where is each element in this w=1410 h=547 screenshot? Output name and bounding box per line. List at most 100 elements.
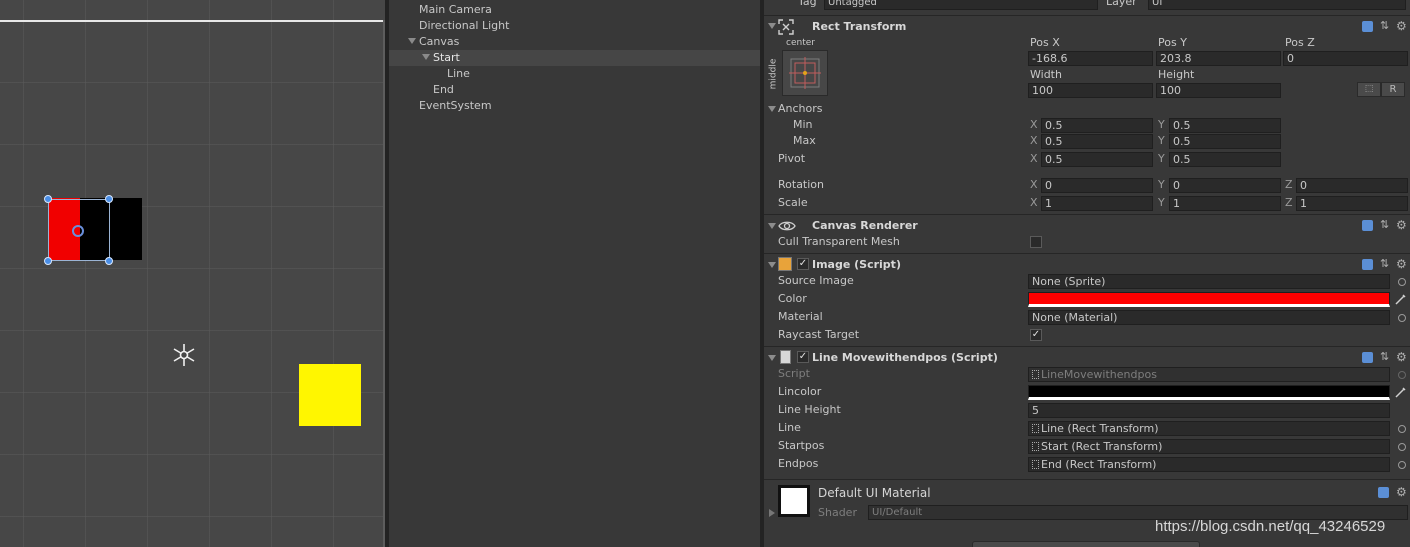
object-picker-icon[interactable] [1398, 461, 1406, 469]
height-field[interactable]: 100 [1156, 83, 1281, 98]
source-image-field[interactable]: None (Sprite) [1028, 274, 1390, 289]
component-header-icons: ⇅ ⚙ [1362, 219, 1408, 233]
anchor-min-y-field[interactable]: 0.5 [1169, 118, 1281, 133]
directional-light-icon[interactable] [172, 343, 196, 367]
material-field[interactable]: None (Material) [1028, 310, 1390, 325]
foldout-arrow-icon[interactable] [768, 23, 776, 29]
source-image-label: Source Image [778, 274, 854, 287]
width-field[interactable]: 100 [1028, 83, 1153, 98]
gear-icon[interactable]: ⚙ [1396, 258, 1408, 270]
pos-z-field[interactable]: 0 [1283, 51, 1408, 66]
anchor-preset-icon [789, 57, 821, 89]
help-book-icon[interactable] [1362, 352, 1373, 363]
watermark-text: https://blog.csdn.net/qq_43246529 [1155, 518, 1386, 535]
resize-handle-top-right[interactable] [105, 195, 113, 203]
endpos-ref-field[interactable]: End (Rect Transform) [1028, 457, 1390, 472]
image-enabled-checkbox[interactable]: ✓ [797, 258, 809, 270]
preset-icon[interactable]: ⇅ [1380, 351, 1392, 363]
separator [764, 479, 1410, 480]
foldout-arrow-icon[interactable] [768, 262, 776, 268]
object-picker-icon[interactable] [1398, 425, 1406, 433]
gear-icon[interactable]: ⚙ [1396, 20, 1408, 32]
separator [764, 253, 1410, 254]
pos-y-field[interactable]: 203.8 [1156, 51, 1281, 66]
scale-y-field[interactable]: 1 [1169, 196, 1281, 211]
resize-handle-bottom-left[interactable] [44, 257, 52, 265]
pivot-y-field[interactable]: 0.5 [1169, 152, 1281, 167]
material-preview-thumbnail[interactable] [778, 485, 810, 517]
hierarchy-item-start[interactable]: Start [433, 50, 460, 66]
anchor-min-x-field[interactable]: 0.5 [1041, 118, 1153, 133]
lincolor-swatch-field[interactable] [1028, 385, 1390, 400]
hierarchy-item-line[interactable]: Line [447, 66, 470, 82]
color-swatch-field[interactable] [1028, 292, 1390, 307]
startpos-ref-field[interactable]: Start (Rect Transform) [1028, 439, 1390, 454]
anchor-max-x-field[interactable]: 0.5 [1041, 134, 1153, 149]
gear-icon[interactable]: ⚙ [1396, 486, 1408, 498]
help-book-icon[interactable] [1362, 21, 1373, 32]
anchor-presets-button[interactable] [782, 50, 828, 96]
endpos-label: Endpos [778, 457, 819, 470]
pivot-x-field[interactable]: 0.5 [1041, 152, 1153, 167]
resize-handle-bottom-right[interactable] [105, 257, 113, 265]
line-height-label: Line Height [778, 403, 841, 416]
raycast-target-label: Raycast Target [778, 328, 860, 341]
hierarchy-item-directional-light[interactable]: Directional Light [419, 18, 509, 34]
object-picker-icon[interactable] [1398, 314, 1406, 322]
scale-x-field[interactable]: 1 [1041, 196, 1153, 211]
raycast-target-checkbox[interactable]: ✓ [1030, 329, 1042, 341]
expand-arrow-icon[interactable] [408, 38, 416, 44]
pos-x-label: Pos X [1030, 36, 1060, 49]
rotation-x-field[interactable]: 0 [1041, 178, 1153, 193]
layer-dropdown[interactable]: UI [1148, 0, 1406, 10]
script-field: LineMovewithendpos [1028, 367, 1390, 382]
startpos-ref-value: Start (Rect Transform) [1041, 440, 1163, 453]
gear-icon[interactable]: ⚙ [1396, 351, 1408, 363]
raw-edit-button[interactable]: R [1381, 82, 1405, 97]
eyedropper-icon[interactable] [1394, 385, 1408, 399]
preset-icon[interactable]: ⇅ [1380, 258, 1392, 270]
anchors-foldout-arrow-icon[interactable] [768, 106, 776, 112]
expand-arrow-icon[interactable] [422, 54, 430, 60]
component-header-icons: ⇅ ⚙ [1362, 351, 1408, 365]
script-enabled-checkbox[interactable]: ✓ [797, 351, 809, 363]
pivot-handle[interactable] [72, 225, 84, 237]
line-ref-field[interactable]: Line (Rect Transform) [1028, 421, 1390, 436]
anchor-preset-horizontal-label: center [786, 38, 815, 48]
pos-x-field[interactable]: -168.6 [1028, 51, 1153, 66]
rect-transform-title: Rect Transform [812, 20, 907, 33]
help-book-icon[interactable] [1378, 487, 1389, 498]
object-picker-icon[interactable] [1398, 278, 1406, 286]
add-component-button[interactable] [972, 541, 1200, 547]
collapse-arrow-icon[interactable] [769, 509, 775, 517]
resize-handle-top-left[interactable] [44, 195, 52, 203]
hierarchy-item-main-camera[interactable]: Main Camera [419, 2, 492, 18]
help-book-icon[interactable] [1362, 259, 1373, 270]
scale-z-field[interactable]: 1 [1296, 196, 1408, 211]
end-object-yellow[interactable] [299, 364, 361, 426]
hierarchy-item-canvas[interactable]: Canvas [419, 34, 459, 50]
hierarchy-item-eventsystem[interactable]: EventSystem [419, 98, 492, 114]
blueprint-mode-button[interactable]: ⬚ [1357, 82, 1381, 97]
rotation-z-field[interactable]: 0 [1296, 178, 1408, 193]
axis-y-label: Y [1158, 196, 1165, 209]
eyedropper-icon[interactable] [1394, 292, 1408, 306]
gear-icon[interactable]: ⚙ [1396, 219, 1408, 231]
tag-dropdown[interactable]: Untagged [824, 0, 1098, 10]
line-height-field[interactable]: 5 [1028, 403, 1390, 418]
preset-icon[interactable]: ⇅ [1380, 219, 1392, 231]
help-book-icon[interactable] [1362, 220, 1373, 231]
preset-icon[interactable]: ⇅ [1380, 20, 1392, 32]
canvas-boundary-top [0, 20, 385, 22]
hierarchy-item-end[interactable]: End [433, 82, 454, 98]
rotation-y-field[interactable]: 0 [1169, 178, 1281, 193]
foldout-arrow-icon[interactable] [768, 355, 776, 361]
foldout-arrow-icon[interactable] [768, 223, 776, 229]
cull-transparent-mesh-checkbox[interactable] [1030, 236, 1042, 248]
line-label: Line [778, 421, 801, 434]
object-picker-icon[interactable] [1398, 443, 1406, 451]
pos-z-label: Pos Z [1285, 36, 1315, 49]
hierarchy-panel: Main Camera Directional Light Canvas Sta… [389, 0, 760, 547]
anchor-max-y-field[interactable]: 0.5 [1169, 134, 1281, 149]
scene-view[interactable] [0, 0, 385, 547]
